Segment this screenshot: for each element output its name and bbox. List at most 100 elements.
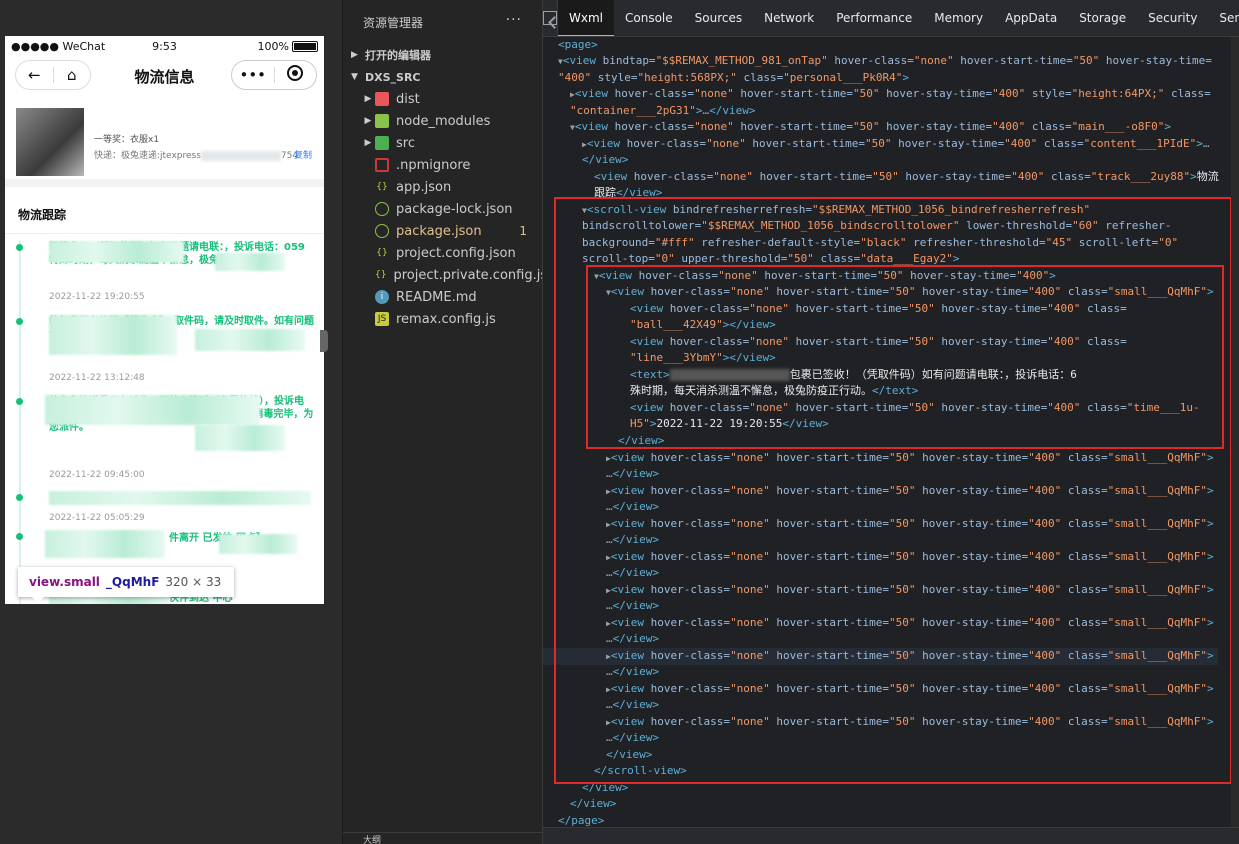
tab-console[interactable]: Console [614, 0, 684, 36]
file-name: project.config.json [396, 245, 516, 261]
track-title: 物流跟踪 [18, 208, 67, 222]
vertical-scrollbar[interactable] [1231, 37, 1239, 827]
redacted-block [215, 253, 285, 271]
file-name: README.md [396, 289, 477, 305]
tab-sources[interactable]: Sources [684, 0, 753, 36]
explorer-header: 资源管理器 ··· [343, 0, 542, 44]
file-name: .npmignore [396, 157, 471, 173]
close-target-icon[interactable] [275, 65, 317, 85]
node-file-icon [375, 224, 389, 238]
code-line[interactable]: <view hover-class="none" hover-start-tim… [594, 169, 1219, 186]
tree-item-remax-config[interactable]: JS remax.config.js [343, 308, 542, 330]
chevron-right-icon: ▶ [364, 94, 372, 104]
redacted-block [200, 150, 281, 161]
tree-item-app-json[interactable]: {} app.json [343, 176, 542, 198]
tab-storage[interactable]: Storage [1068, 0, 1137, 36]
tab-memory[interactable]: Memory [923, 0, 994, 36]
node-folder-icon [375, 114, 389, 128]
tooltip-class: _QqMhF [105, 575, 160, 589]
code-line[interactable]: <page> [558, 37, 598, 54]
simulator-panel: ●●●●● WeChat 9:53 100% ← ⌂ 物流信息 ••• 一等奖：… [0, 0, 342, 844]
file-name: package.json [396, 223, 482, 239]
inspect-element-icon[interactable] [543, 0, 558, 36]
tree-item-project-private-config[interactable]: {} project.private.config.js... [343, 264, 560, 286]
project-root[interactable]: ▼ DXS_SRC [343, 66, 542, 88]
tree-item-node-modules[interactable]: ▶ node_modules [343, 110, 542, 132]
tree-item-package-json[interactable]: package.json 1 [343, 220, 542, 242]
info-icon: i [375, 290, 389, 304]
tree-item-src[interactable]: ▶ src [343, 132, 542, 154]
track-time: 2022-11-22 13:12:48 [49, 373, 145, 383]
src-folder-icon [375, 136, 389, 150]
tab-appdata[interactable]: AppData [994, 0, 1068, 36]
timeline-dot [16, 494, 23, 501]
file-name: dist [396, 91, 420, 107]
nav-bar: ← ⌂ 物流信息 ••• [5, 56, 324, 96]
tab-sensors[interactable]: Sens [1208, 0, 1239, 36]
code-line: "400" style="height:568PX;" class="perso… [558, 71, 910, 84]
section-label: DXS_SRC [365, 70, 421, 84]
tooltip-dimensions: 320 × 33 [165, 575, 222, 589]
clock: 9:53 [152, 39, 177, 53]
tree-item-dist[interactable]: ▶ dist [343, 88, 542, 110]
product-card: 一等奖：衣服x1 [5, 96, 324, 182]
copy-button[interactable]: 复制 [294, 148, 312, 161]
resize-handle[interactable] [320, 330, 328, 352]
redacted-block [49, 241, 184, 263]
timeline-dot [16, 244, 23, 251]
code-line: </view> [570, 797, 617, 810]
tab-wxml[interactable]: Wxml [558, 0, 614, 36]
redacted-block [49, 315, 177, 355]
track-time: 2022-11-22 05:05:29 [49, 513, 145, 523]
json-icon: {} [375, 270, 387, 280]
timeline-dot [16, 533, 23, 540]
tree-item-package-lock[interactable]: package-lock.json [343, 198, 542, 220]
chevron-down-icon: ▼ [351, 72, 358, 82]
tree-item-npmignore[interactable]: .npmignore [343, 154, 542, 176]
highlight-box-selected-item [586, 265, 1224, 449]
tab-security[interactable]: Security [1137, 0, 1208, 36]
mini-program-capsule: ••• [231, 60, 317, 90]
chevron-right-icon: ▶ [364, 116, 372, 126]
explorer-title: 资源管理器 [363, 15, 424, 30]
tab-performance[interactable]: Performance [825, 0, 923, 36]
timeline-dot [16, 318, 23, 325]
timeline-dot [16, 398, 23, 405]
redacted-block [49, 491, 311, 505]
code-line[interactable]: ▶<view hover-class="none" hover-start-ti… [570, 86, 1211, 104]
chevron-right-icon: ▶ [364, 138, 372, 148]
code-line[interactable]: ▶<view hover-class="none" hover-start-ti… [582, 136, 1209, 154]
tree-item-project-config[interactable]: {} project.config.json [343, 242, 542, 264]
code-line[interactable]: ▼<view hover-class="none" hover-start-ti… [570, 119, 1171, 137]
express-prefix: 快递：极兔速递:jtexpress [94, 151, 201, 161]
devtools-statusbar [543, 827, 1239, 844]
track-time: 2022-11-22 09:45:00 [49, 470, 145, 480]
outline-section[interactable]: 大纲 [343, 832, 542, 844]
element-inspect-tooltip: view.small _QqMhF 320 × 33 [18, 567, 234, 597]
product-image [16, 108, 84, 176]
devtools-tabbar: Wxml Console Sources Network Performance… [543, 0, 1239, 37]
section-label: 大纲 [363, 836, 382, 844]
code-line[interactable]: ▼<view bindtap="$$REMAX_METHOD_981_onTap… [558, 53, 1212, 71]
code-line: "container___2pG31">…</view> [570, 104, 756, 117]
section-label: 打开的编辑器 [365, 49, 431, 62]
phone-screen: ●●●●● WeChat 9:53 100% ← ⌂ 物流信息 ••• 一等奖：… [5, 36, 324, 604]
file-name: project.private.config.js... [393, 267, 560, 283]
json-icon: {} [376, 248, 388, 258]
redacted-block [45, 395, 260, 425]
tree-item-readme[interactable]: i README.md [343, 286, 542, 308]
js-icon: JS [375, 312, 389, 326]
redacted-block [219, 534, 297, 554]
file-name: src [396, 135, 415, 151]
section-divider [5, 179, 324, 187]
more-actions-icon[interactable]: ··· [506, 12, 522, 28]
redacted-block [195, 425, 285, 451]
open-editors-section[interactable]: ▶ 打开的编辑器 [343, 44, 542, 66]
tab-network[interactable]: Network [753, 0, 825, 36]
file-name: package-lock.json [396, 201, 513, 217]
more-dots-icon[interactable]: ••• [232, 66, 274, 84]
code-line: </view> [582, 153, 629, 166]
tooltip-pointer [32, 597, 44, 603]
node-file-icon [375, 202, 389, 216]
file-name: remax.config.js [396, 311, 496, 327]
